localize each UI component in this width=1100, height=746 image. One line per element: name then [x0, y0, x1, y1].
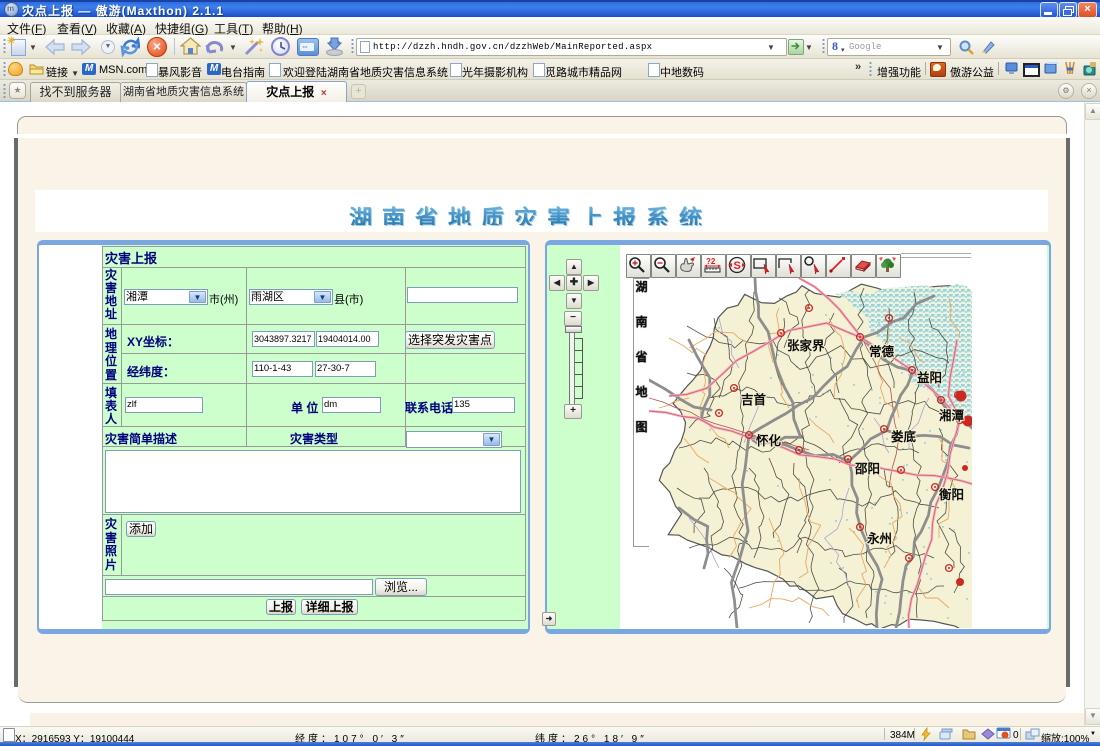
svg-text:娄底: 娄底 [891, 429, 917, 444]
svg-text:邵阳: 邵阳 [854, 461, 880, 476]
svg-text:S: S [734, 260, 741, 272]
svg-text:?2: ?2 [706, 257, 716, 266]
svg-text:益阳: 益阳 [917, 370, 942, 385]
svg-text:怀化: 怀化 [756, 433, 782, 448]
svg-text:永州: 永州 [866, 531, 892, 546]
svg-text:衡阳: 衡阳 [939, 487, 964, 502]
svg-text:常德: 常德 [869, 344, 895, 359]
svg-text:张家界: 张家界 [787, 338, 825, 353]
svg-text:湘潭: 湘潭 [939, 408, 965, 423]
svg-text:吉首: 吉首 [741, 392, 767, 407]
